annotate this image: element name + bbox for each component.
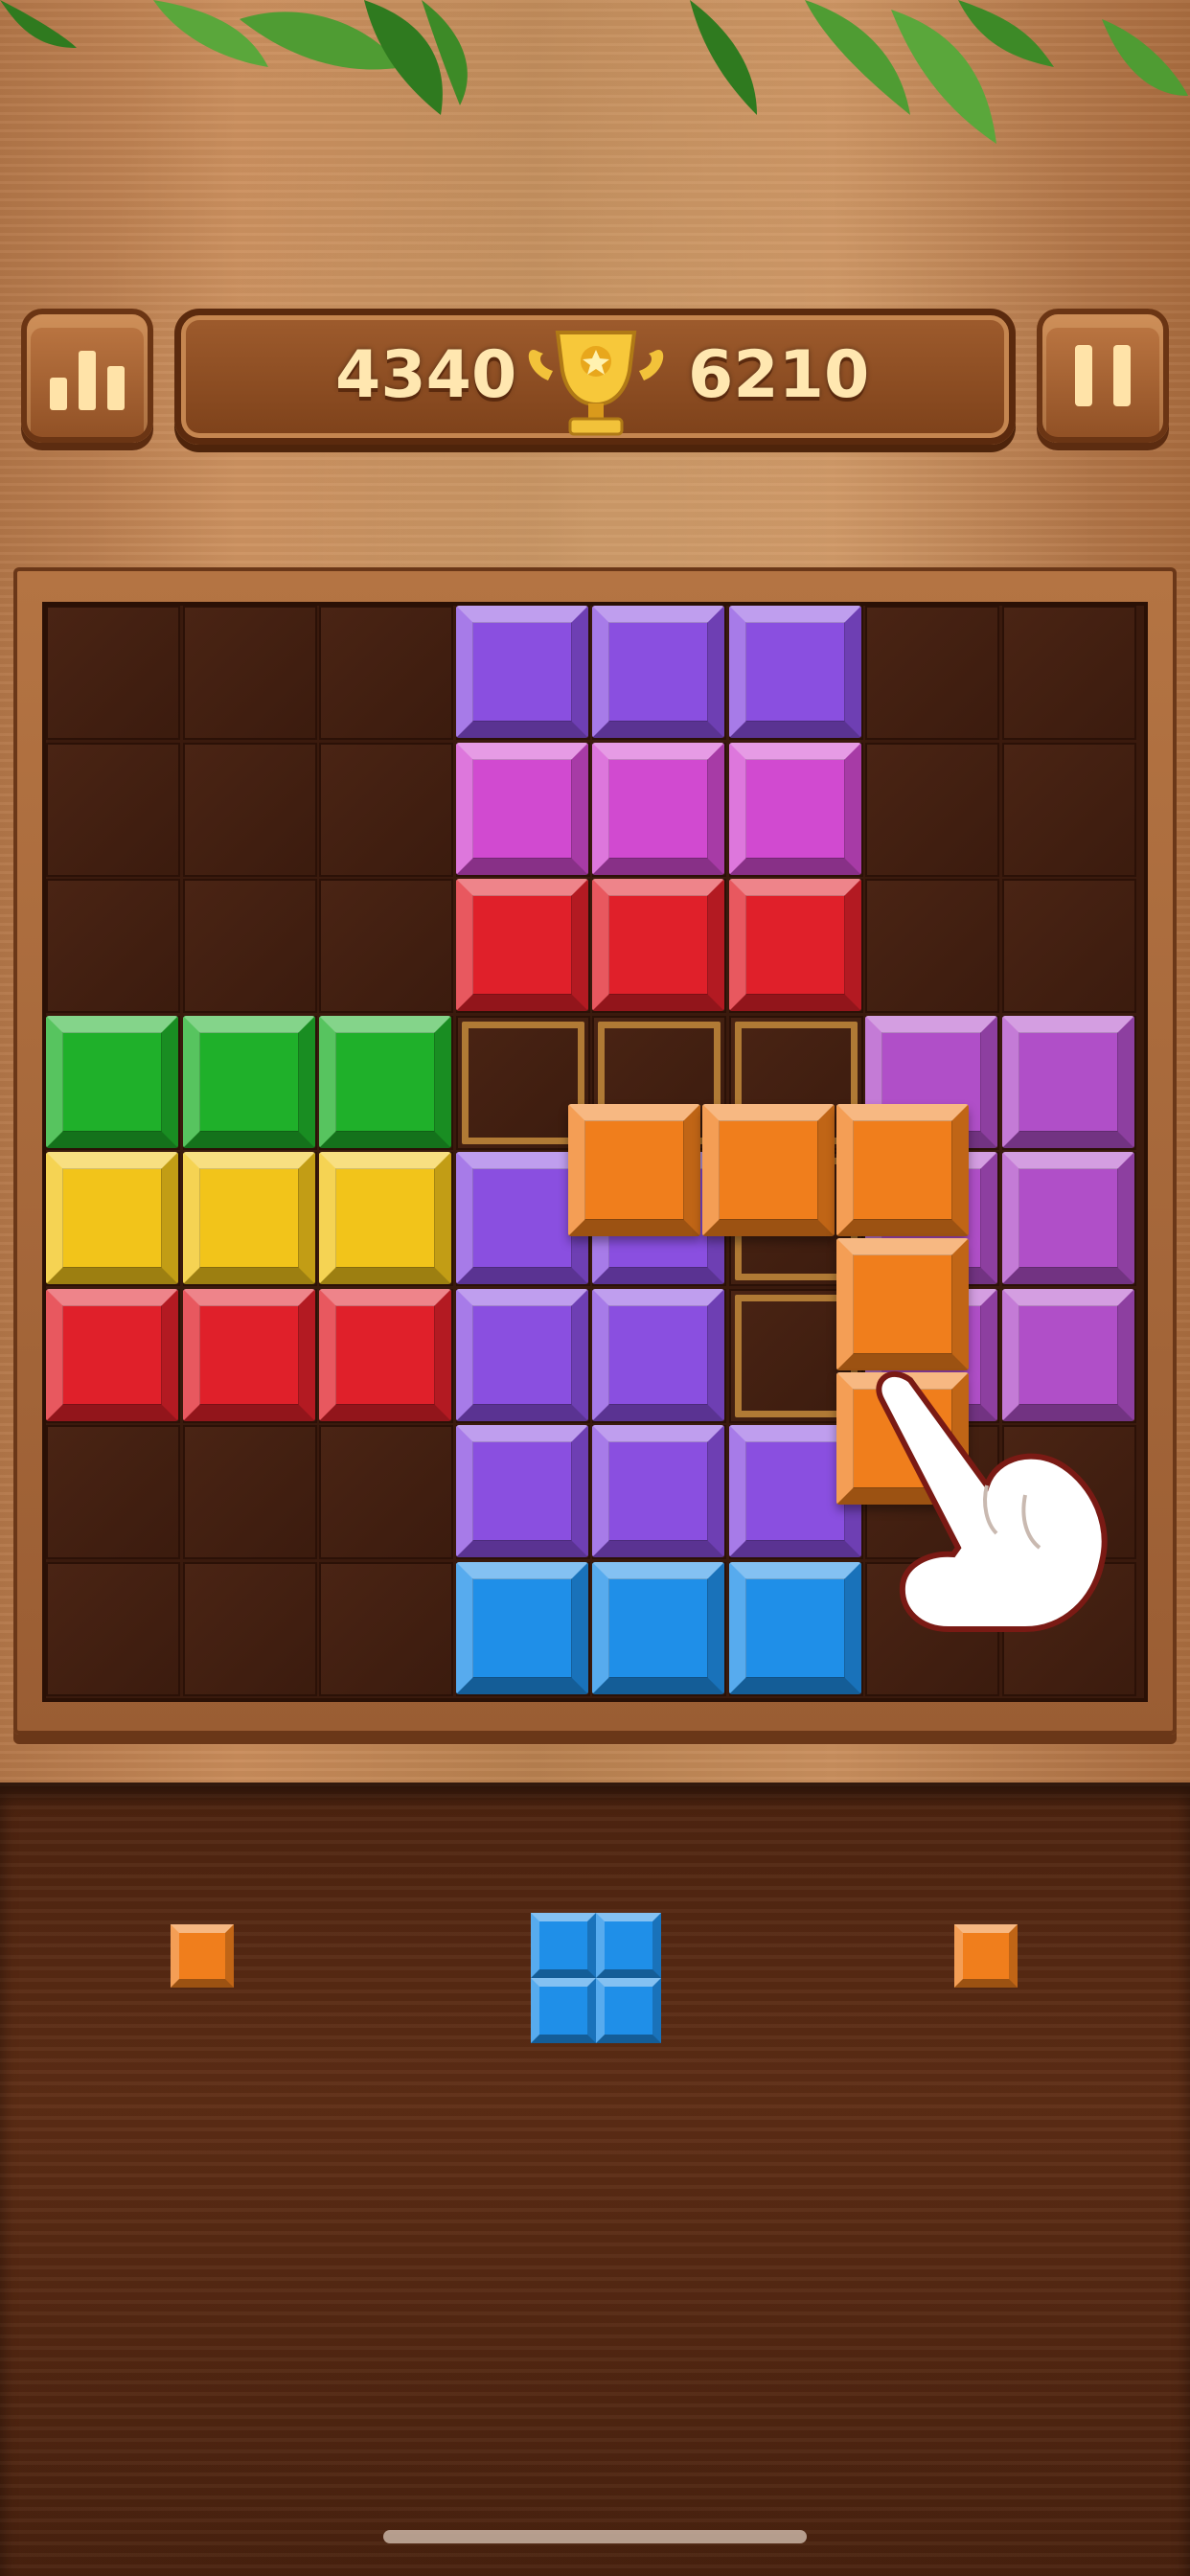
score-bar: 4340 6210 [174, 309, 1016, 445]
red-block [592, 879, 724, 1011]
red-block [319, 1288, 451, 1421]
blue-mini-block [596, 1913, 661, 1978]
board-cell[interactable] [182, 1561, 317, 1696]
board-cell[interactable] [182, 742, 317, 877]
board-cell[interactable] [319, 606, 453, 740]
board-cell[interactable] [182, 1425, 317, 1559]
current-score: 4340 [335, 337, 517, 413]
piece-tray [0, 1782, 1190, 2576]
board-cell[interactable] [46, 879, 180, 1013]
violet-block [1001, 1152, 1134, 1284]
pause-button[interactable] [1037, 309, 1169, 443]
red-block [182, 1288, 315, 1421]
blue-block [455, 1561, 588, 1694]
board-cell[interactable] [319, 742, 453, 877]
red-block [728, 879, 861, 1011]
green-block [46, 1015, 178, 1148]
purple-block [455, 1425, 588, 1557]
board-cell[interactable] [46, 606, 180, 740]
board-cell[interactable] [182, 879, 317, 1013]
red-block [46, 1288, 178, 1421]
placement-preview-cell [461, 1021, 584, 1144]
board-cell[interactable] [865, 742, 999, 877]
blue-block [592, 1561, 724, 1694]
blue-mini-block [596, 1978, 661, 2043]
purple-block [592, 606, 724, 738]
orange-mini-block [171, 1924, 234, 1988]
purple-block [728, 606, 861, 738]
board-cell[interactable] [46, 742, 180, 877]
board-cell[interactable] [319, 1425, 453, 1559]
purple-block [455, 1288, 588, 1421]
board-cell[interactable] [865, 606, 999, 740]
magenta-block [455, 742, 588, 875]
board-cell[interactable] [46, 1561, 180, 1696]
blue-mini-block [531, 1913, 596, 1978]
board-cell[interactable] [46, 1425, 180, 1559]
magenta-block [728, 742, 861, 875]
purple-block [592, 1425, 724, 1557]
bar-chart-icon [50, 351, 125, 410]
blue-mini-block [531, 1978, 596, 2043]
green-block [182, 1015, 315, 1148]
orange-block[interactable] [836, 1104, 969, 1236]
board-cell[interactable] [865, 879, 999, 1013]
yellow-block [319, 1152, 451, 1284]
magenta-block [592, 742, 724, 875]
purple-block [455, 606, 588, 738]
board-cell[interactable] [1001, 879, 1136, 1013]
pause-icon [1075, 345, 1131, 406]
orange-mini-block [954, 1924, 1018, 1988]
best-score: 6210 [688, 337, 870, 413]
purple-block [592, 1288, 724, 1421]
violet-block [1001, 1015, 1134, 1148]
board-cell[interactable] [1001, 742, 1136, 877]
green-block [319, 1015, 451, 1148]
yellow-block [46, 1152, 178, 1284]
yellow-block [182, 1152, 315, 1284]
trophy-icon [528, 331, 664, 436]
orange-block[interactable] [568, 1104, 700, 1236]
leaves-decoration [0, 0, 1188, 144]
stats-button[interactable] [21, 309, 153, 443]
orange-block[interactable] [702, 1104, 835, 1236]
board-cell[interactable] [319, 879, 453, 1013]
home-indicator[interactable] [383, 2530, 807, 2543]
board-cell[interactable] [319, 1561, 453, 1696]
blue-block [728, 1561, 861, 1694]
board-cell[interactable] [1001, 606, 1136, 740]
board-cell[interactable] [182, 606, 317, 740]
red-block [455, 879, 588, 1011]
pointing-hand-icon [876, 1371, 1108, 1632]
